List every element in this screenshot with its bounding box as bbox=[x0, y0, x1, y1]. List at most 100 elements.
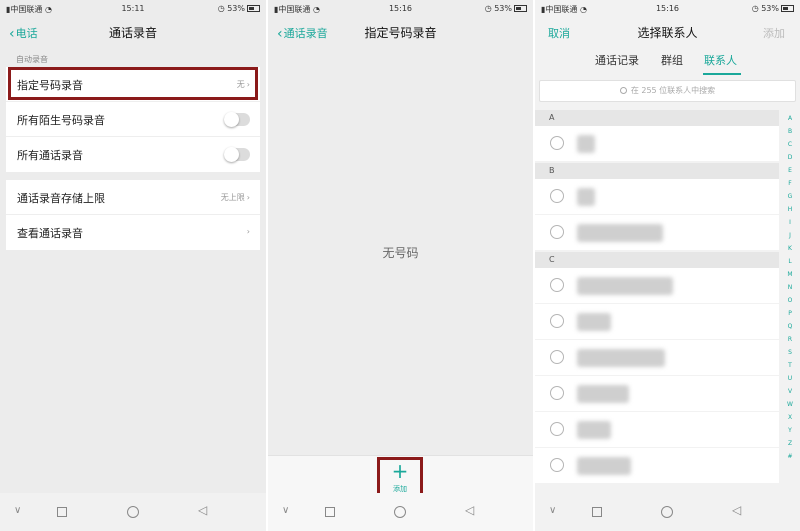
alphabet-index-letter[interactable]: Z bbox=[784, 437, 796, 450]
alphabet-index-letter[interactable]: # bbox=[784, 450, 796, 463]
radio-button[interactable] bbox=[550, 189, 564, 203]
contact-name-redacted bbox=[577, 313, 611, 331]
alphabet-index-letter[interactable]: C bbox=[784, 138, 796, 151]
alphabet-index-letter[interactable]: L bbox=[784, 255, 796, 268]
nav-recents-icon[interactable] bbox=[325, 507, 335, 517]
title-bar: ‹通话录音 指定号码录音 bbox=[268, 18, 533, 46]
alphabet-index-letter[interactable]: A bbox=[784, 112, 796, 125]
contact-name-redacted bbox=[577, 457, 631, 475]
alphabet-index-letter[interactable]: E bbox=[784, 164, 796, 177]
row-view-recordings[interactable]: 查看通话录音 › bbox=[6, 215, 260, 250]
nav-home-icon[interactable] bbox=[394, 506, 406, 518]
nav-down-icon[interactable]: ∨ bbox=[549, 505, 556, 516]
contact-name-redacted bbox=[577, 188, 595, 206]
alphabet-index[interactable]: A B C D E F G H I J K L M N O P Q R S T U V W X Y Z # bbox=[784, 112, 796, 463]
search-input[interactable]: 在 255 位联系人中搜索 bbox=[539, 80, 796, 102]
nav-recents-icon[interactable] bbox=[57, 507, 67, 517]
alphabet-index-letter[interactable]: O bbox=[784, 294, 796, 307]
nav-down-icon[interactable]: ∨ bbox=[14, 505, 21, 516]
row-label: 指定号码录音 bbox=[17, 79, 83, 92]
row-unknown-numbers-recording: 所有陌生号码录音 bbox=[6, 102, 260, 137]
row-specified-number-recording[interactable]: 指定号码录音 无 › bbox=[6, 67, 260, 102]
contact-row[interactable] bbox=[535, 215, 779, 250]
page-title: 选择联系人 bbox=[637, 26, 698, 40]
alphabet-index-letter[interactable]: F bbox=[784, 177, 796, 190]
alphabet-index-letter[interactable]: K bbox=[784, 242, 796, 255]
alphabet-index-letter[interactable]: P bbox=[784, 307, 796, 320]
contact-row[interactable] bbox=[535, 412, 779, 447]
screens-composite: ▮中国联通 ◔ 15:11 ◷ 53% ‹电话 通话录音 自动录音 指定号码录音… bbox=[0, 0, 800, 531]
alphabet-index-letter[interactable]: B bbox=[784, 125, 796, 138]
contact-row[interactable] bbox=[535, 179, 779, 214]
alphabet-index-letter[interactable]: R bbox=[784, 333, 796, 346]
radio-button[interactable] bbox=[550, 458, 564, 472]
contact-name-redacted bbox=[577, 349, 665, 367]
status-right: ◷ 53% bbox=[485, 4, 527, 13]
alphabet-index-letter[interactable]: J bbox=[784, 229, 796, 242]
nav-back-icon[interactable]: ◁ bbox=[465, 503, 474, 517]
add-contact-button[interactable]: 添加 bbox=[763, 25, 785, 41]
alphabet-index-letter[interactable]: G bbox=[784, 190, 796, 203]
battery-icon bbox=[514, 5, 527, 12]
row-label: 所有通话录音 bbox=[17, 149, 83, 162]
alphabet-index-letter[interactable]: U bbox=[784, 372, 796, 385]
alphabet-index-letter[interactable]: W bbox=[784, 398, 796, 411]
alphabet-index-letter[interactable]: Y bbox=[784, 424, 796, 437]
nav-recents-icon[interactable] bbox=[592, 507, 602, 517]
alarm-icon: ◷ bbox=[751, 4, 759, 13]
tab-call-log[interactable]: 通话记录 bbox=[595, 52, 639, 68]
status-right: ◷ 53% bbox=[752, 4, 794, 13]
alphabet-index-letter[interactable]: N bbox=[784, 281, 796, 294]
unknown-numbers-toggle[interactable] bbox=[224, 112, 250, 127]
alphabet-index-letter[interactable]: Q bbox=[784, 320, 796, 333]
contact-row[interactable] bbox=[535, 126, 779, 161]
contact-name-redacted bbox=[577, 277, 673, 295]
alphabet-index-letter[interactable]: S bbox=[784, 346, 796, 359]
battery-icon bbox=[247, 5, 260, 12]
plus-icon: + bbox=[391, 459, 409, 483]
radio-button[interactable] bbox=[550, 314, 564, 328]
contact-row[interactable] bbox=[535, 340, 779, 375]
contact-name-redacted bbox=[577, 385, 629, 403]
battery-icon bbox=[781, 5, 794, 12]
active-tab-indicator bbox=[703, 73, 741, 75]
page-title: 通话录音 bbox=[108, 26, 157, 40]
contact-row[interactable] bbox=[535, 448, 779, 483]
tab-groups[interactable]: 群组 bbox=[661, 52, 683, 68]
all-calls-toggle[interactable] bbox=[224, 147, 250, 162]
row-label: 所有陌生号码录音 bbox=[17, 114, 105, 127]
alarm-icon: ◷ bbox=[484, 4, 492, 13]
nav-down-icon[interactable]: ∨ bbox=[282, 505, 289, 516]
radio-button[interactable] bbox=[550, 225, 564, 239]
nav-home-icon[interactable] bbox=[127, 506, 139, 518]
row-storage-limit[interactable]: 通话录音存储上限 无上限 › bbox=[6, 180, 260, 215]
alphabet-index-letter[interactable]: M bbox=[784, 268, 796, 281]
alphabet-index-letter[interactable]: V bbox=[784, 385, 796, 398]
contact-row[interactable] bbox=[535, 268, 779, 303]
nav-back-icon[interactable]: ◁ bbox=[732, 503, 741, 517]
contact-row[interactable] bbox=[535, 304, 779, 339]
row-value: 无上限 › bbox=[220, 193, 250, 202]
radio-button[interactable] bbox=[550, 136, 564, 150]
radio-button[interactable] bbox=[550, 278, 564, 292]
chevron-right-icon: › bbox=[246, 193, 250, 202]
nav-back-icon[interactable]: ◁ bbox=[198, 503, 207, 517]
radio-button[interactable] bbox=[550, 422, 564, 436]
contact-row[interactable] bbox=[535, 376, 779, 411]
alphabet-index-letter[interactable]: H bbox=[784, 203, 796, 216]
alphabet-index-letter[interactable]: D bbox=[784, 151, 796, 164]
title-bar: ‹电话 通话录音 bbox=[0, 18, 266, 46]
auto-record-card: 指定号码录音 无 › 所有陌生号码录音 所有通话录音 bbox=[6, 67, 260, 172]
alphabet-index-letter[interactable]: T bbox=[784, 359, 796, 372]
section-header-b: B bbox=[535, 163, 779, 179]
tab-bar: 通话记录 群组 联系人 bbox=[535, 52, 800, 72]
section-label-auto-record: 自动录音 bbox=[16, 55, 48, 64]
tab-contacts[interactable]: 联系人 bbox=[704, 52, 737, 68]
alphabet-index-letter[interactable]: X bbox=[784, 411, 796, 424]
alphabet-index-letter[interactable]: I bbox=[784, 216, 796, 229]
nav-home-icon[interactable] bbox=[661, 506, 673, 518]
radio-button[interactable] bbox=[550, 386, 564, 400]
contact-name-redacted bbox=[577, 224, 663, 242]
status-bar: ▮中国联通 ◔ 15:16 ◷ 53% bbox=[268, 0, 533, 18]
radio-button[interactable] bbox=[550, 350, 564, 364]
